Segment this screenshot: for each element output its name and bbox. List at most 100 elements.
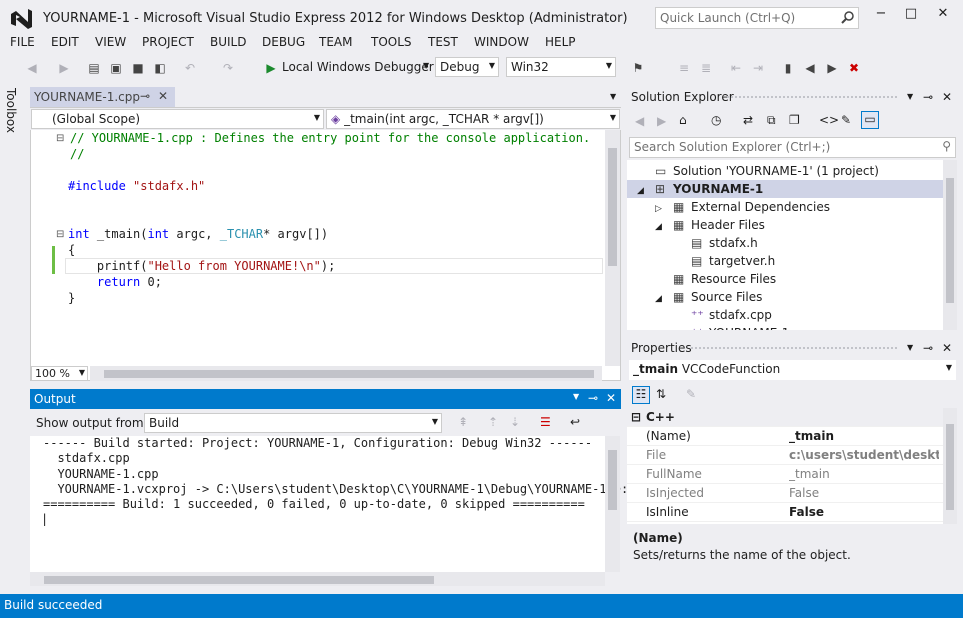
property-value[interactable]: False	[789, 484, 939, 503]
menu-test[interactable]: TEST	[428, 35, 458, 49]
solution-search-input[interactable]: Search Solution Explorer (Ctrl+;) ⚲	[629, 137, 956, 158]
pin-icon[interactable]: ⊸	[140, 89, 150, 103]
tree-node[interactable]: ▷ ▦ External Dependencies	[655, 198, 830, 216]
dropdown-icon[interactable]: ▼	[907, 343, 913, 352]
redo-icon[interactable]: ↷	[220, 60, 236, 76]
attach-icon[interactable]: ⚑	[630, 60, 646, 76]
word-wrap-icon[interactable]: ↩	[570, 415, 580, 429]
code-line[interactable]: printf("Hello from YOURNAME!\n");	[68, 258, 335, 274]
dropdown-icon[interactable]: ▼	[573, 392, 579, 401]
debugger-dropdown-icon[interactable]: ▼	[423, 61, 429, 70]
property-row[interactable]: (Name) _tmain	[627, 427, 943, 446]
code-line[interactable]: int _tmain(int argc, _TCHAR* argv[])	[68, 226, 328, 242]
scroll-thumb[interactable]	[608, 148, 617, 266]
function-select[interactable]: ◈ _tmain(int argc, _TCHAR * argv[]) ▼	[326, 109, 620, 129]
menu-edit[interactable]: EDIT	[51, 35, 79, 49]
output-source-select[interactable]: Build ▼	[144, 413, 442, 433]
code-line[interactable]: return 0;	[68, 274, 162, 290]
close-icon[interactable]: ✕	[158, 89, 168, 103]
tree-node[interactable]: ▤ targetver.h	[673, 252, 775, 270]
pin-icon[interactable]: ⊸	[923, 90, 933, 104]
back-icon[interactable]: ◀	[24, 60, 40, 76]
scroll-thumb[interactable]	[946, 424, 954, 510]
output-horizontal-scrollbar[interactable]	[30, 572, 605, 586]
outdent-icon[interactable]: ⇤	[728, 60, 744, 76]
close-icon[interactable]: ✕	[606, 391, 616, 405]
output-vertical-scrollbar[interactable]	[605, 436, 620, 572]
code-line[interactable]: {	[68, 242, 75, 258]
dropdown-icon[interactable]: ▼	[907, 92, 913, 101]
tree-node[interactable]: ◢ ▦ Header Files	[655, 216, 765, 234]
pin-icon[interactable]: ⊸	[588, 391, 598, 405]
uncomment-icon[interactable]: ≣	[698, 60, 714, 76]
scroll-thumb[interactable]	[104, 370, 594, 378]
tab-yourname-1-cpp[interactable]: YOURNAME-1.cpp ⊸ ✕	[30, 87, 175, 107]
preview-selected-icon[interactable]: ▭	[861, 111, 879, 129]
zoom-select[interactable]: 100 % ▼	[31, 366, 88, 381]
property-row[interactable]: IsInline False	[627, 503, 943, 522]
property-row[interactable]: IsInjected False	[627, 484, 943, 503]
editor-vertical-scrollbar[interactable]	[605, 130, 620, 366]
menu-team[interactable]: TEAM	[319, 35, 352, 49]
prev-message-icon[interactable]: ⇡	[488, 415, 498, 429]
scroll-thumb[interactable]	[946, 178, 954, 303]
menu-build[interactable]: BUILD	[210, 35, 246, 49]
tree-vertical-scrollbar[interactable]	[943, 160, 957, 330]
prev-bookmark-icon[interactable]: ◀	[802, 60, 818, 76]
collapse-arrow-icon[interactable]: ◢	[655, 218, 673, 236]
start-debugging-icon[interactable]: ▶	[263, 60, 279, 76]
categorized-icon[interactable]: ☷	[632, 386, 650, 404]
property-value[interactable]: _tmain	[789, 427, 939, 446]
save-all-icon[interactable]: ◧	[152, 60, 168, 76]
tree-node[interactable]: ◢ ⊞ YOURNAME-1	[637, 180, 763, 198]
undo-icon[interactable]: ↶	[182, 60, 198, 76]
menu-help[interactable]: HELP	[545, 35, 576, 49]
collapse-arrow-icon[interactable]: ◢	[655, 290, 673, 308]
tree-node[interactable]: ▦ Resource Files	[655, 270, 776, 288]
quick-launch-input[interactable]: Quick Launch (Ctrl+Q)	[655, 7, 859, 29]
platform-select[interactable]: Win32 ▼	[506, 57, 616, 77]
menu-tools[interactable]: TOOLS	[371, 35, 412, 49]
collapse-arrow-icon[interactable]: ◢	[637, 182, 655, 200]
property-value[interactable]: _tmain	[789, 465, 939, 484]
menu-project[interactable]: PROJECT	[142, 35, 194, 49]
output-text[interactable]: ------ Build started: Project: YOURNAME-…	[30, 436, 628, 572]
property-row[interactable]: File c:\users\student\desktop\c	[627, 446, 943, 465]
close-button[interactable]: ✕	[932, 6, 954, 28]
maximize-button[interactable]: □	[900, 6, 922, 28]
solution-tree[interactable]: ▭ Solution 'YOURNAME-1' (1 project) ◢ ⊞ YOUR…	[627, 160, 943, 330]
property-grid-scrollbar[interactable]	[943, 408, 957, 524]
find-message-icon[interactable]: ⇞	[458, 415, 468, 429]
next-message-icon[interactable]: ⇣	[510, 415, 520, 429]
scroll-thumb[interactable]	[608, 450, 617, 510]
code-content[interactable]: // YOURNAME-1.cpp : Defines the entry po…	[60, 130, 603, 365]
home-icon[interactable]: ⌂	[679, 113, 687, 127]
menu-debug[interactable]: DEBUG	[262, 35, 305, 49]
property-grid[interactable]: ⊟ C++ (Name) _tmain File c:\users\student\d…	[627, 408, 943, 524]
properties-wrench-icon[interactable]: ✎	[841, 113, 851, 127]
clear-all-icon[interactable]: ☰	[540, 415, 551, 429]
tree-node[interactable]: ◢ ▦ Source Files	[655, 288, 762, 306]
open-file-icon[interactable]: ▣	[108, 60, 124, 76]
save-icon[interactable]: ■	[130, 60, 146, 76]
property-value[interactable]: False	[789, 503, 939, 522]
scroll-thumb[interactable]	[44, 576, 434, 584]
tree-node[interactable]: ⁺⁺YOURNAME-1	[673, 324, 789, 330]
category-row[interactable]: ⊟ C++	[627, 408, 943, 427]
sync-icon[interactable]: ⇄	[743, 113, 753, 127]
new-project-icon[interactable]: ▤	[86, 60, 102, 76]
indent-icon[interactable]: ⇥	[750, 60, 766, 76]
collapse-all-icon[interactable]: ⧉	[767, 113, 776, 128]
collapse-category-icon[interactable]: ⊟	[631, 408, 641, 427]
local-windows-debugger-button[interactable]: Local Windows Debugger	[282, 60, 434, 74]
editor-horizontal-scrollbar[interactable]	[90, 366, 602, 381]
alphabetical-icon[interactable]: ⇅	[656, 387, 666, 401]
back-icon[interactable]: ◀	[635, 114, 644, 128]
show-all-files-icon[interactable]: ❐	[789, 113, 800, 127]
tree-node[interactable]: ⁺⁺ stdafx.cpp	[673, 306, 772, 324]
menu-view[interactable]: VIEW	[95, 35, 126, 49]
menu-file[interactable]: FILE	[10, 35, 35, 49]
pending-changes-icon[interactable]: ◷	[711, 113, 721, 127]
tree-node[interactable]: ▭ Solution 'YOURNAME-1' (1 project)	[637, 162, 879, 180]
tab-overflow-icon[interactable]: ▼	[610, 92, 616, 101]
